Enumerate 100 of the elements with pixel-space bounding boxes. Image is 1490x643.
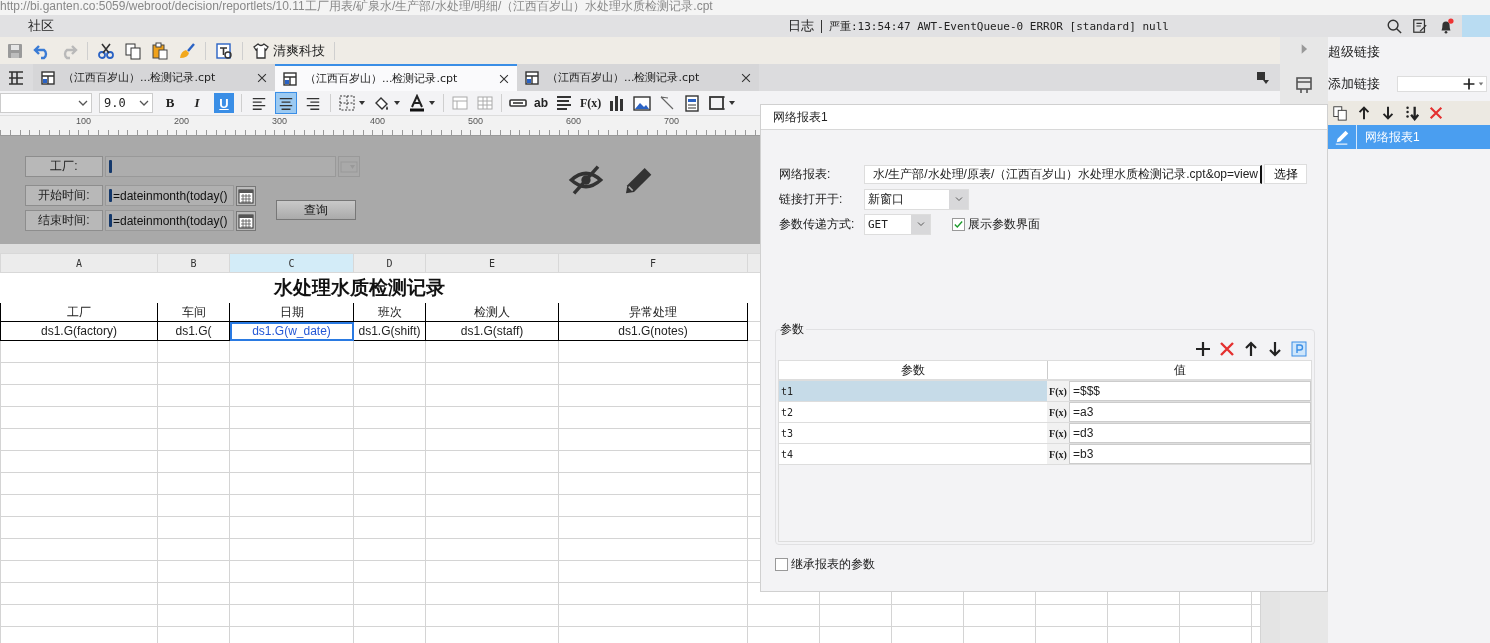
ruler-label: 200 (174, 116, 191, 128)
eye-slash-icon[interactable] (568, 164, 604, 196)
style-button[interactable]: B (160, 93, 180, 113)
font-size-field[interactable]: 9.0 (99, 93, 153, 113)
note-icon[interactable] (1412, 18, 1428, 34)
combo-field[interactable] (105, 156, 336, 177)
panel-title: 超级链接 (1328, 43, 1381, 61)
calendar-icon[interactable] (236, 185, 256, 206)
move-up-icon[interactable] (1356, 105, 1372, 121)
grid-icon[interactable] (7, 68, 25, 87)
table-cell[interactable]: ds1.G(staff) (425, 321, 559, 341)
style-button[interactable]: I (187, 93, 207, 113)
document-icon[interactable] (683, 94, 702, 112)
file-tab[interactable]: （江西百岁山）...检测记录.cpt (33, 64, 275, 91)
address-url: http://bi.ganten.co:5059/webroot/decision/reportlets/10.11工厂用表/矿泉水/生产部/水处理/明细/（江西百岁山）水处理水质检测记录.cpt (0, 0, 713, 13)
caret-icon[interactable] (393, 99, 401, 107)
layout-icon[interactable] (1295, 76, 1313, 94)
table-cell[interactable]: ds1.G(notes) (558, 321, 748, 341)
choose-button[interactable]: 选择 (1264, 164, 1307, 184)
calendar-icon[interactable] (236, 210, 256, 231)
parameter-name[interactable]: t4 (779, 444, 1047, 464)
search-icon[interactable] (1386, 18, 1402, 34)
field-label: 参数传递方式: (779, 215, 856, 233)
image-icon[interactable] (633, 94, 652, 112)
move-to-bottom-icon[interactable] (1404, 105, 1420, 121)
company-button[interactable]: 清爽科技 (252, 41, 325, 60)
parameter-icon[interactable] (1290, 340, 1308, 358)
report-path-field[interactable]: 水/生产部/水处理/原表/（江西百岁山）水处理水质检测记录.cpt&op=view (864, 164, 1262, 184)
cut-icon[interactable] (97, 41, 115, 60)
ruler-label: 400 (370, 116, 387, 128)
paragraph-icon[interactable] (555, 94, 573, 112)
date-field[interactable]: =dateinmonth(today() (105, 185, 234, 206)
column-header[interactable]: F (558, 253, 748, 273)
table-cell: 班次 (353, 302, 426, 322)
formula-tool[interactable]: F(x) (580, 95, 602, 111)
add-link-dropdown[interactable] (1397, 76, 1487, 92)
add-icon[interactable] (1194, 340, 1212, 358)
table-cell: 检测人 (425, 302, 559, 322)
caret-icon[interactable] (358, 99, 366, 107)
formula-button[interactable]: F(x) (1047, 381, 1069, 401)
column-header[interactable]: D (353, 253, 426, 273)
table-cell[interactable]: ds1.G(factory) (0, 321, 158, 341)
log-label[interactable]: 日志 (788, 17, 814, 35)
parameter-name[interactable]: t3 (779, 423, 1047, 443)
file-tab[interactable]: （江西百岁山）...检测记录.cpt (275, 64, 517, 91)
value-field[interactable]: =a3 (1069, 402, 1311, 422)
column-header[interactable]: E (425, 253, 559, 273)
field-label: 网络报表: (779, 165, 832, 183)
value-field[interactable]: =d3 (1069, 423, 1311, 443)
ruler-label: 300 (272, 116, 289, 128)
parameter-name[interactable]: t1 (779, 381, 1047, 401)
font-field[interactable] (0, 93, 92, 113)
move-down-icon[interactable] (1266, 340, 1284, 358)
table-cell: 工厂 (0, 302, 158, 322)
preview-icon[interactable] (215, 41, 233, 60)
text-tool[interactable]: ab (534, 96, 548, 110)
formula-button[interactable]: F(x) (1047, 444, 1069, 464)
column-header[interactable]: A (0, 253, 158, 273)
report-title: 水处理水质检测记录 (274, 276, 445, 298)
table-cell: 异常处理 (558, 302, 748, 322)
checkbox[interactable] (775, 558, 788, 571)
table-cell[interactable]: ds1.G( (157, 321, 230, 341)
ruler-label: 100 (76, 116, 93, 128)
pencil-icon[interactable] (1334, 129, 1350, 145)
value-field[interactable]: =$$$ (1069, 381, 1311, 401)
ruler-label: 500 (468, 116, 485, 128)
date-field[interactable]: =dateinmonth(today() (105, 210, 234, 231)
table-cell[interactable]: ds1.G(w_date) (229, 321, 354, 341)
align-center-button[interactable] (276, 93, 296, 113)
delete-icon[interactable] (1428, 105, 1444, 121)
formula-button[interactable]: F(x) (1047, 423, 1069, 443)
copy-icon[interactable] (1332, 105, 1348, 121)
column-header[interactable]: B (157, 253, 230, 273)
delete-icon[interactable] (1218, 340, 1236, 358)
file-tab[interactable]: （江西百岁山）...检测记录.cpt (517, 64, 759, 91)
caret-icon[interactable] (728, 99, 737, 107)
checkbox[interactable] (952, 217, 965, 231)
split-cells-icon[interactable] (476, 94, 494, 112)
parameter-label: 开始时间: (25, 185, 103, 206)
formula-button[interactable]: F(x) (1047, 402, 1069, 422)
copy-icon[interactable] (124, 41, 142, 60)
field-label: 链接打开于: (779, 190, 844, 208)
report-icon (281, 69, 299, 88)
menu-item[interactable]: 社区 (28, 17, 54, 35)
parameter-name[interactable]: t2 (779, 402, 1047, 422)
merge-cells-icon[interactable] (451, 94, 469, 112)
group-title: 参数 (780, 321, 806, 338)
method-dropdown[interactable]: GET (864, 213, 931, 235)
move-down-icon[interactable] (1380, 105, 1396, 121)
open-in-dropdown[interactable]: 新窗口 (864, 188, 969, 210)
value-field[interactable]: =b3 (1069, 444, 1311, 464)
paste-icon[interactable] (151, 41, 169, 60)
column-header[interactable]: C (229, 253, 354, 273)
frame-icon[interactable] (708, 94, 727, 112)
parameter-label: 工厂: (25, 156, 103, 177)
format-painter-icon[interactable] (178, 41, 196, 60)
caret-icon[interactable] (428, 99, 436, 107)
table-cell[interactable]: ds1.G(shift) (353, 321, 426, 341)
font-color-icon[interactable] (408, 94, 426, 112)
query-button[interactable]: 查询 (276, 200, 356, 220)
